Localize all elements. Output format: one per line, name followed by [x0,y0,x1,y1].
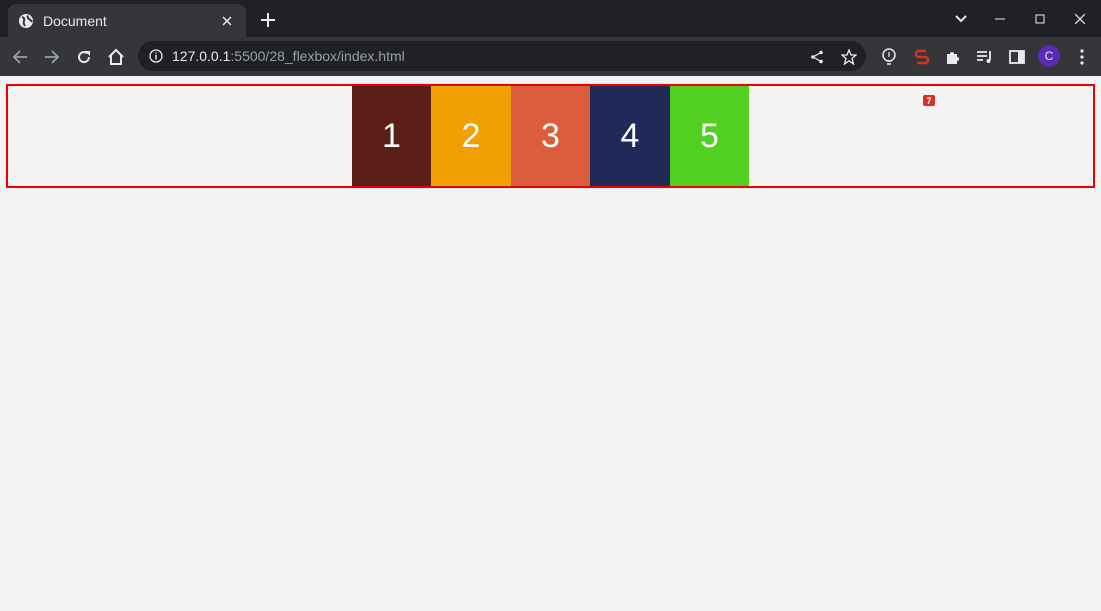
home-icon[interactable] [104,45,128,69]
tab-title: Document [43,12,107,29]
new-tab-button[interactable] [258,10,278,30]
share-icon[interactable] [805,45,829,69]
flex-container: 12345 [6,84,1095,188]
flex-item-4: 4 [590,86,670,186]
extension-s-icon[interactable] [910,45,934,69]
url-text: 127.0.0.1:5500/28_flexbox/index.html [172,48,405,64]
site-info-icon[interactable] [148,48,164,64]
profile-avatar[interactable]: C [1038,45,1060,67]
url-host: 127.0.0.1 [172,48,231,64]
forward-arrow-icon[interactable] [40,45,64,69]
close-icon[interactable] [218,12,236,30]
tab-search-chevron-icon[interactable] [950,8,972,30]
browser-toolbar: 127.0.0.1:5500/28_flexbox/index.html 7 [0,37,1101,106]
tab-document[interactable]: Document [8,4,246,37]
address-bar[interactable]: 127.0.0.1:5500/28_flexbox/index.html [138,41,866,71]
flex-item-5: 5 [669,86,750,186]
url-path: :5500/28_flexbox/index.html [230,48,405,64]
back-arrow-icon[interactable] [8,45,32,69]
lightbulb-extension-icon[interactable] [877,45,901,69]
maximize-button[interactable] [1029,8,1051,30]
media-queue-icon[interactable] [973,45,997,69]
minimize-button[interactable] [989,8,1011,30]
puzzle-extensions-icon[interactable] [941,45,965,69]
side-panel-icon[interactable] [1005,45,1029,69]
reload-icon[interactable] [72,45,96,69]
flex-item-2: 2 [431,86,511,186]
kebab-menu-icon[interactable] [1070,45,1094,69]
flex-item-1: 1 [351,86,432,186]
flex-item-3: 3 [510,86,591,186]
globe-icon [18,13,34,29]
tab-strip: Document [0,0,1101,37]
bookmark-star-icon[interactable] [837,45,861,69]
close-window-button[interactable] [1069,8,1091,30]
